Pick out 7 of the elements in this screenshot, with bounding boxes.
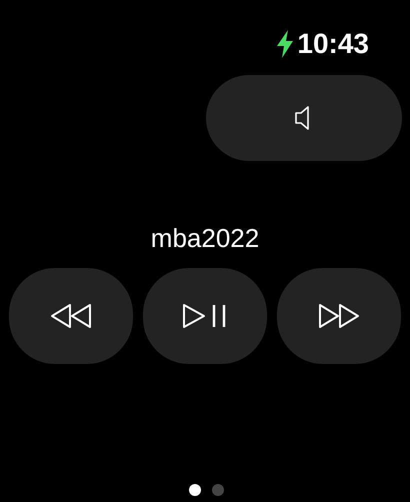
time-label: 10:43	[297, 28, 369, 60]
play-pause-icon	[182, 303, 228, 329]
page-dot[interactable]	[212, 484, 224, 496]
fast-forward-icon	[317, 303, 361, 329]
page-dot[interactable]	[188, 484, 200, 496]
track-title: mba2022	[150, 222, 260, 255]
rewind-icon	[49, 303, 93, 329]
